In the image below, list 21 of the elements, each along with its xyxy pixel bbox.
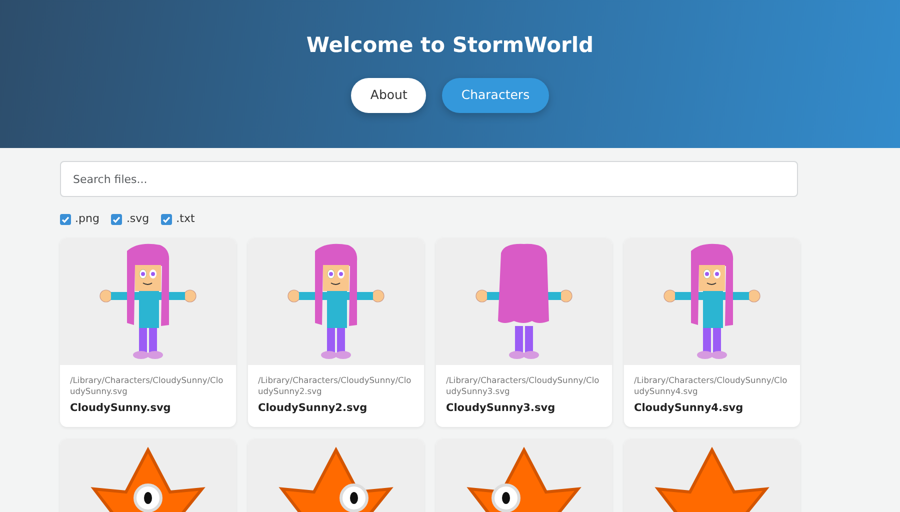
search-field[interactable]: Search files... (60, 161, 798, 197)
file-card[interactable]: /Library/Characters/CloudySunny/CloudySunny4.svg CloudySunny4.svg (624, 238, 800, 426)
file-path: /Library/Characters/CloudySunny/CloudySunny2.svg (258, 374, 412, 397)
file-card[interactable]: /Library/Characters/CloudySunny/CloudySunny.svg CloudySunny.svg (60, 238, 236, 426)
page-title: Welcome to StormWorld (305, 33, 595, 58)
file-card[interactable]: /Library/Characters/CloudySunny/CloudySunny2.svg CloudySunny2.svg (248, 238, 424, 426)
filter-label: .svg (126, 211, 150, 227)
file-path: /Library/Characters/CloudySunny/CloudySunny4.svg (634, 374, 788, 397)
filter-checkbox[interactable] (111, 214, 122, 225)
file-path: /Library/Characters/CloudySunny/CloudySunny3.svg (446, 374, 600, 397)
filter-label: .png (75, 211, 100, 227)
file-path: /Library/Characters/CloudySunny/CloudySunny.svg (70, 374, 224, 397)
filter-checkbox[interactable] (60, 214, 71, 225)
filter-label: .txt (176, 211, 195, 227)
file-card[interactable]: /Library/Characters/CloudySunny/CloudySunny3.svg CloudySunny3.svg (436, 238, 612, 426)
file-name: CloudySunny.svg (70, 400, 172, 416)
nav-button[interactable]: About (351, 78, 426, 114)
filter-checkbox[interactable] (161, 214, 172, 225)
file-name: CloudySunny3.svg (446, 400, 556, 416)
file-name: CloudySunny2.svg (258, 400, 368, 416)
file-name: CloudySunny4.svg (634, 400, 744, 416)
